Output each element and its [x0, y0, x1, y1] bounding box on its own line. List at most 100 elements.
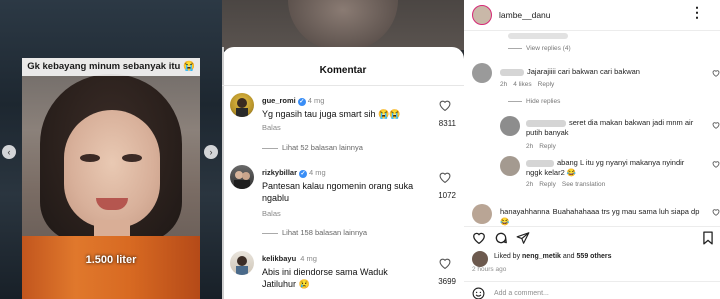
person-eye-left — [80, 154, 100, 162]
bookmark-icon[interactable] — [702, 231, 714, 245]
like-heart-icon[interactable] — [438, 257, 452, 269]
comment-text: Abis ini diendorse sama Waduk Jatiluhur … — [262, 267, 388, 289]
replies-line — [262, 147, 278, 149]
view-more-replies-link[interactable]: Lihat 52 balasan lainnya — [262, 143, 462, 152]
comment-username[interactable]: hanayahhanna — [500, 207, 550, 216]
like-post-heart-icon[interactable] — [472, 231, 486, 244]
avatar[interactable] — [500, 156, 520, 176]
replies-line — [508, 100, 522, 102]
reply-button[interactable]: Balas — [262, 123, 281, 132]
comment-username-text[interactable]: kelikbayu — [262, 254, 296, 263]
avatar[interactable] — [500, 116, 520, 136]
comment-time: 2h — [526, 181, 534, 188]
replies-line — [508, 47, 522, 49]
avatar[interactable] — [230, 165, 254, 189]
instagram-post-panel: lambe__danu ⋮ View replies (4) Jajarajii… — [464, 0, 720, 299]
like-count: 1072 — [438, 191, 456, 200]
comment-meta: 2h Reply See translation — [526, 181, 611, 188]
video-frame[interactable]: Gk kebayang minum sebanyak itu 😭 1.500 l… — [22, 58, 200, 299]
person-outfit — [22, 236, 200, 299]
redacted-meta — [508, 33, 568, 39]
avatar[interactable] — [472, 5, 492, 25]
like-heart-icon[interactable] — [712, 121, 720, 129]
comment-text: Yg ngasih tau juga smart sih 😭😭 — [262, 109, 401, 119]
video-preview-strip — [222, 0, 464, 50]
comments-panel: Komentar gue_romi ✓ 4 mg Yg ngasih tau jug… — [222, 0, 464, 299]
redacted-username — [500, 68, 524, 76]
reply-button[interactable]: Balas — [262, 209, 281, 218]
comment-username[interactable]: rizkybillar ✓ 4 mg — [262, 168, 326, 178]
liked-by-and: and — [562, 253, 575, 260]
sheet-divider — [222, 85, 464, 86]
prev-slide-icon[interactable]: ‹ — [2, 145, 16, 159]
hide-replies-link[interactable]: Hide replies — [508, 98, 560, 105]
comment-username[interactable]: kelikbayu 4 mg — [262, 254, 317, 263]
comment-likes[interactable]: 4 likes — [513, 81, 531, 88]
comment-username[interactable]: gue_romi ✓ 4 mg — [262, 96, 324, 106]
comment-username-text[interactable]: gue_romi — [262, 96, 296, 105]
view-more-replies-text[interactable]: Lihat 158 balasan lainnya — [282, 228, 367, 237]
comment-time: 4 mg — [300, 254, 317, 263]
redacted-username — [526, 119, 566, 127]
comment-text: abang L itu yg nyanyi makanya nyindir ng… — [526, 158, 702, 178]
liked-by-avatar[interactable] — [472, 251, 488, 267]
header-divider — [464, 30, 720, 31]
like-heart-icon[interactable] — [712, 160, 720, 168]
more-options-icon[interactable]: ⋮ — [690, 4, 704, 21]
post-username[interactable]: lambe__danu — [499, 10, 551, 20]
like-count: 8311 — [438, 119, 456, 128]
post-timestamp: 2 hours ago — [472, 266, 507, 273]
view-replies-link[interactable]: View replies (4) — [508, 45, 571, 52]
liked-by-user[interactable]: neng_metik — [522, 253, 561, 260]
avatar[interactable] — [230, 93, 254, 117]
like-count: 3699 — [438, 277, 456, 286]
actions-divider — [464, 226, 720, 227]
replies-line — [262, 232, 278, 234]
reply-button[interactable]: Reply — [538, 81, 555, 88]
view-more-replies-text[interactable]: Lihat 52 balasan lainnya — [282, 143, 363, 152]
reply-button[interactable]: Reply — [539, 181, 556, 188]
comment-icon[interactable] — [494, 231, 508, 245]
liked-by-others[interactable]: 559 others — [577, 253, 612, 260]
comment-username-text[interactable]: rizkybillar — [262, 168, 297, 177]
comment-time: 4 mg — [307, 96, 325, 105]
emoji-icon[interactable] — [472, 287, 485, 299]
comment-meta: 2h Reply — [526, 143, 562, 150]
avatar[interactable] — [230, 251, 254, 275]
post-header: lambe__danu ⋮ — [464, 0, 720, 30]
verified-badge-icon: ✓ — [299, 170, 308, 178]
comment-text: Jajarajiiii cari bakwan cari bakwan — [500, 67, 700, 77]
comment-box-divider — [464, 281, 720, 282]
like-heart-icon[interactable] — [712, 208, 720, 216]
view-replies-text[interactable]: View replies (4) — [526, 45, 571, 52]
avatar[interactable] — [472, 63, 492, 83]
comment-meta: 2h 4 likes Reply — [500, 81, 560, 88]
person-eye-right — [122, 154, 142, 162]
comment-text: Pantesan kalau ngomenin orang suka ngabl… — [262, 181, 414, 203]
liked-by-text: Liked by neng_metik and 559 others — [494, 253, 612, 260]
comment-time: 2h — [526, 143, 534, 150]
verified-badge-icon: ✓ — [297, 98, 306, 106]
like-heart-icon[interactable] — [438, 171, 452, 183]
comment-text: hanayahhanna Buahahahaaa trs yg mau sama … — [500, 207, 706, 227]
comments-sheet: Komentar gue_romi ✓ 4 mg Yg ngasih tau jug… — [222, 47, 464, 299]
view-more-replies-link[interactable]: Lihat 158 balasan lainnya — [262, 228, 462, 237]
share-send-icon[interactable] — [516, 231, 530, 245]
comment-text: seret dia makan bakwan jadi mnm air puti… — [526, 118, 702, 138]
redacted-username — [526, 159, 554, 167]
partial-meta-row — [508, 33, 568, 41]
video-caption-top: Gk kebayang minum sebanyak itu 😭 — [22, 58, 200, 76]
see-translation-link[interactable]: See translation — [562, 181, 605, 188]
like-heart-icon[interactable] — [712, 69, 720, 77]
person-face — [64, 110, 160, 228]
video-caption-bottom: 1.500 liter — [85, 254, 137, 266]
video-panel[interactable]: Gk kebayang minum sebanyak itu 😭 1.500 l… — [0, 0, 222, 299]
next-slide-icon[interactable]: › — [204, 145, 218, 159]
add-comment-input[interactable]: Add a comment... — [494, 290, 549, 297]
like-heart-icon[interactable] — [438, 99, 452, 111]
liked-by-label: Liked by — [494, 253, 521, 260]
reply-button[interactable]: Reply — [539, 143, 556, 150]
avatar[interactable] — [472, 204, 492, 224]
hide-replies-text[interactable]: Hide replies — [526, 98, 560, 105]
video-preview-face — [288, 0, 398, 50]
